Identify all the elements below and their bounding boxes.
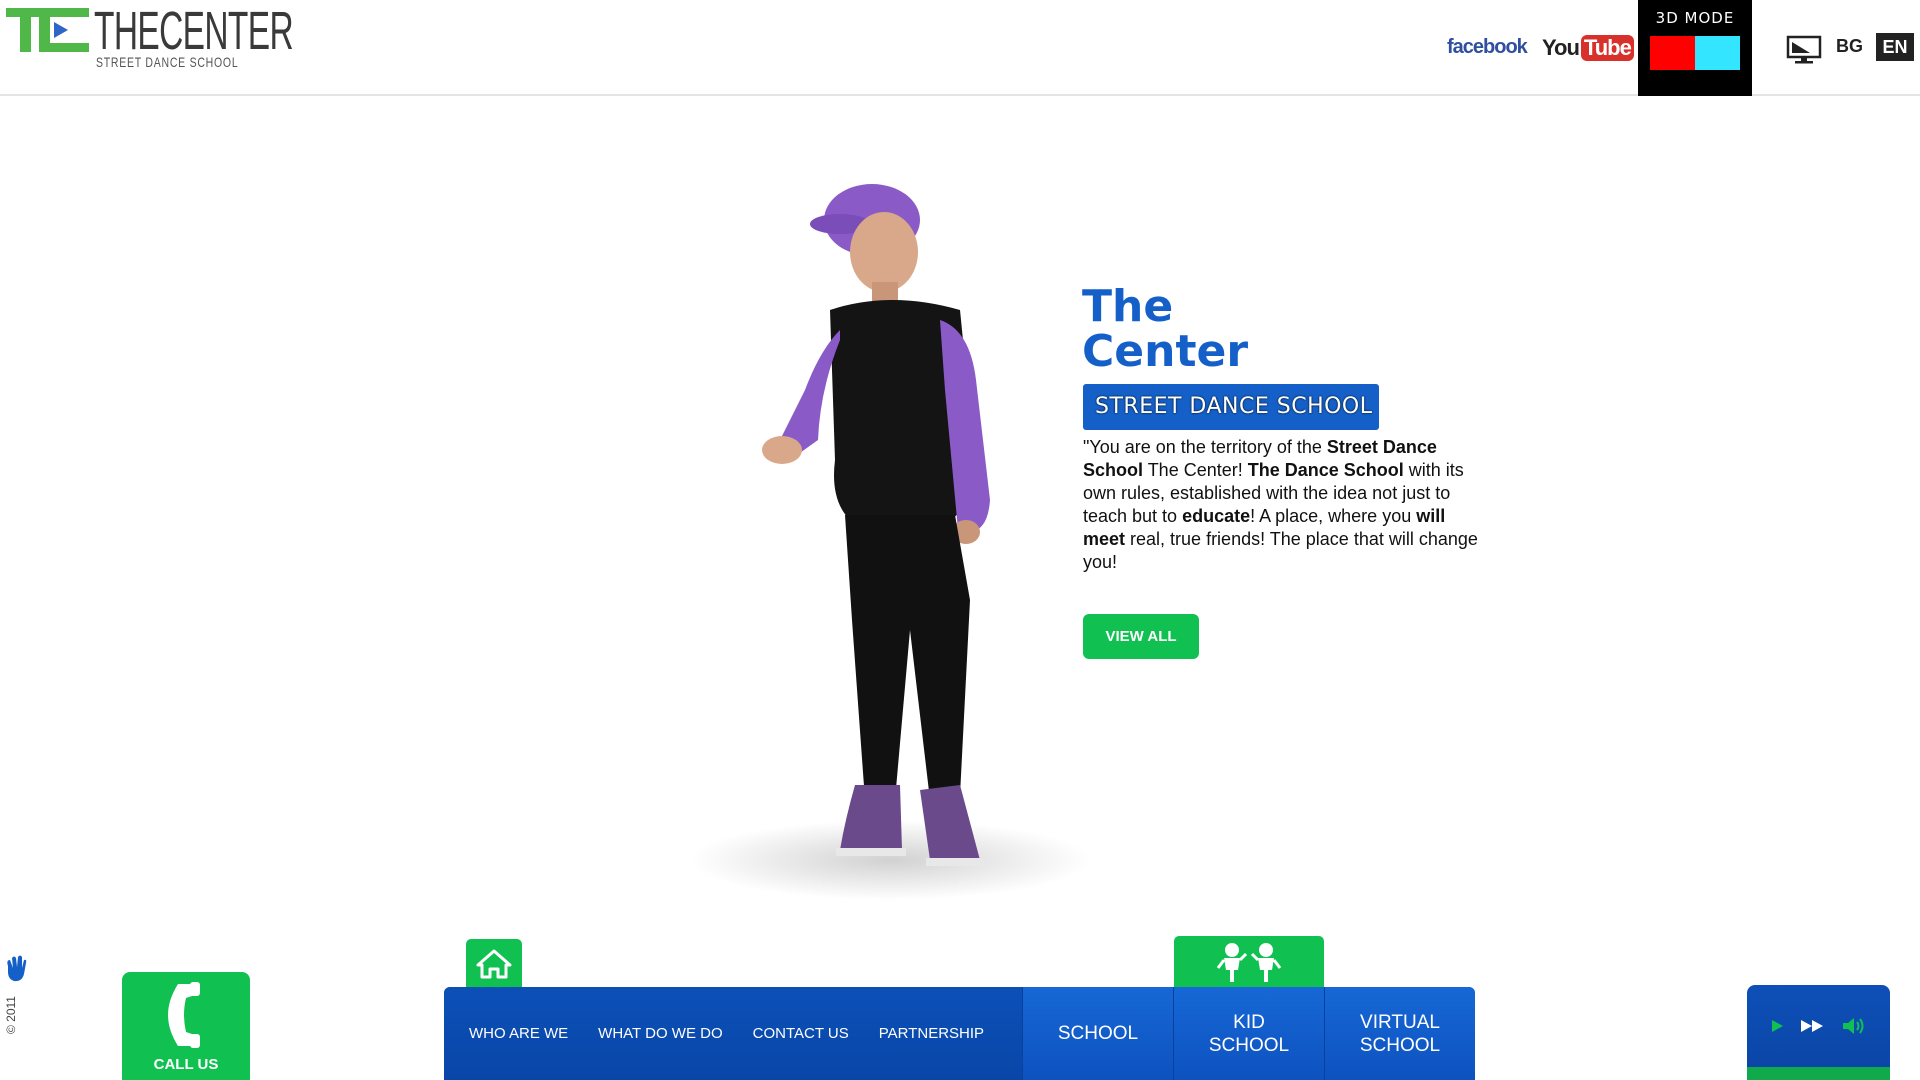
hand-icon[interactable]: [4, 954, 32, 984]
site-logo[interactable]: THECENTER STREET DANCE SCHOOL: [6, 1, 294, 70]
call-us-button[interactable]: CALL US: [122, 972, 250, 1080]
monitor-icon[interactable]: [1786, 34, 1822, 66]
header: THECENTER STREET DANCE SCHOOL facebook Y…: [0, 0, 1920, 96]
nav-school-label: SCHOOL: [1057, 1023, 1139, 1044]
nav-virtual-school-line2: SCHOOL: [1359, 1034, 1441, 1056]
view-all-button[interactable]: VIEW ALL: [1083, 614, 1199, 659]
nav-item-what-do-we-do[interactable]: WHAT DO WE DO: [598, 1025, 722, 1042]
nav-virtual-school-line1: VIRTUAL: [1360, 1011, 1440, 1033]
hero-text-part: "You are on the territory of the: [1083, 437, 1327, 457]
fast-forward-icon[interactable]: [1799, 1017, 1827, 1035]
nav-item-kid-school[interactable]: KID SCHOOL: [1173, 987, 1324, 1080]
player-controls: [1747, 1015, 1890, 1037]
logo-mark-icon: [6, 8, 89, 52]
facebook-link[interactable]: facebook: [1447, 36, 1528, 59]
main-navigation: WHO ARE WE WHAT DO WE DO CONTACT US PART…: [444, 987, 1475, 1080]
logo-subtitle: STREET DANCE SCHOOL: [96, 54, 239, 70]
nav-secondary-group: WHO ARE WE WHAT DO WE DO CONTACT US PART…: [444, 987, 1022, 1080]
hero-text-part: ! A place, where you: [1250, 506, 1417, 526]
hero-text-bold: The Dance School: [1247, 460, 1404, 480]
hero-text-part: The Center!: [1143, 460, 1248, 480]
language-bg-link[interactable]: BG: [1836, 36, 1863, 57]
call-us-label: CALL US: [153, 1056, 219, 1073]
page: THECENTER STREET DANCE SCHOOL facebook Y…: [0, 0, 1920, 1080]
hero-description: "You are on the territory of the Street …: [1083, 436, 1483, 574]
hero-text-bold: educate: [1182, 506, 1251, 526]
hero-title: The Center: [1082, 284, 1248, 374]
play-icon[interactable]: [1768, 1017, 1786, 1035]
volume-icon[interactable]: [1841, 1015, 1869, 1037]
kids-icon: [1216, 943, 1282, 982]
player-progress-bar[interactable]: [1747, 1067, 1890, 1080]
home-button[interactable]: [466, 939, 522, 987]
youtube-link[interactable]: You Tube: [1542, 34, 1634, 62]
nav-item-school[interactable]: SCHOOL: [1022, 987, 1173, 1080]
home-icon: [476, 949, 512, 979]
nav-item-who-are-we[interactable]: WHO ARE WE: [469, 1025, 568, 1042]
3d-mode-label: 3D MODE: [1655, 9, 1735, 27]
dancer-photo: [690, 184, 1090, 900]
hero-badge: STREET DANCE SCHOOL: [1083, 384, 1379, 430]
nav-kid-school-line2: SCHOOL: [1208, 1034, 1290, 1056]
copyright-text: © 2011: [4, 996, 18, 1034]
logo-title: THECENTER: [94, 1, 294, 61]
nav-kid-school-label: KID SCHOOL: [1209, 1011, 1289, 1057]
language-en-link[interactable]: EN: [1876, 33, 1914, 61]
3d-mode-toggle[interactable]: 3D MODE: [1638, 0, 1752, 96]
nav-virtual-school-label: VIRTUAL SCHOOL: [1360, 1011, 1440, 1057]
nav-item-contact-us[interactable]: CONTACT US: [753, 1025, 849, 1042]
nav-primary-group: SCHOOL KID SCHOOL VIRTUAL SCHOOL: [1022, 987, 1475, 1080]
hero-text-part: real, true friends! The place that will …: [1083, 529, 1478, 572]
kids-tab[interactable]: [1174, 936, 1324, 988]
youtube-tube-text: Tube: [1580, 35, 1634, 61]
hero-title-line1: The: [1082, 281, 1174, 332]
music-player: [1747, 985, 1890, 1080]
nav-item-partnership[interactable]: PARTNERSHIP: [879, 1025, 984, 1042]
phone-icon: [168, 982, 200, 1048]
hero-title-line2: Center: [1082, 326, 1249, 377]
nav-item-virtual-school[interactable]: VIRTUAL SCHOOL: [1324, 987, 1475, 1080]
3d-mode-red-swatch: [1650, 36, 1695, 70]
3d-mode-cyan-swatch: [1695, 36, 1740, 70]
youtube-you-text: You: [1542, 35, 1580, 60]
nav-kid-school-line1: KID: [1233, 1011, 1265, 1033]
